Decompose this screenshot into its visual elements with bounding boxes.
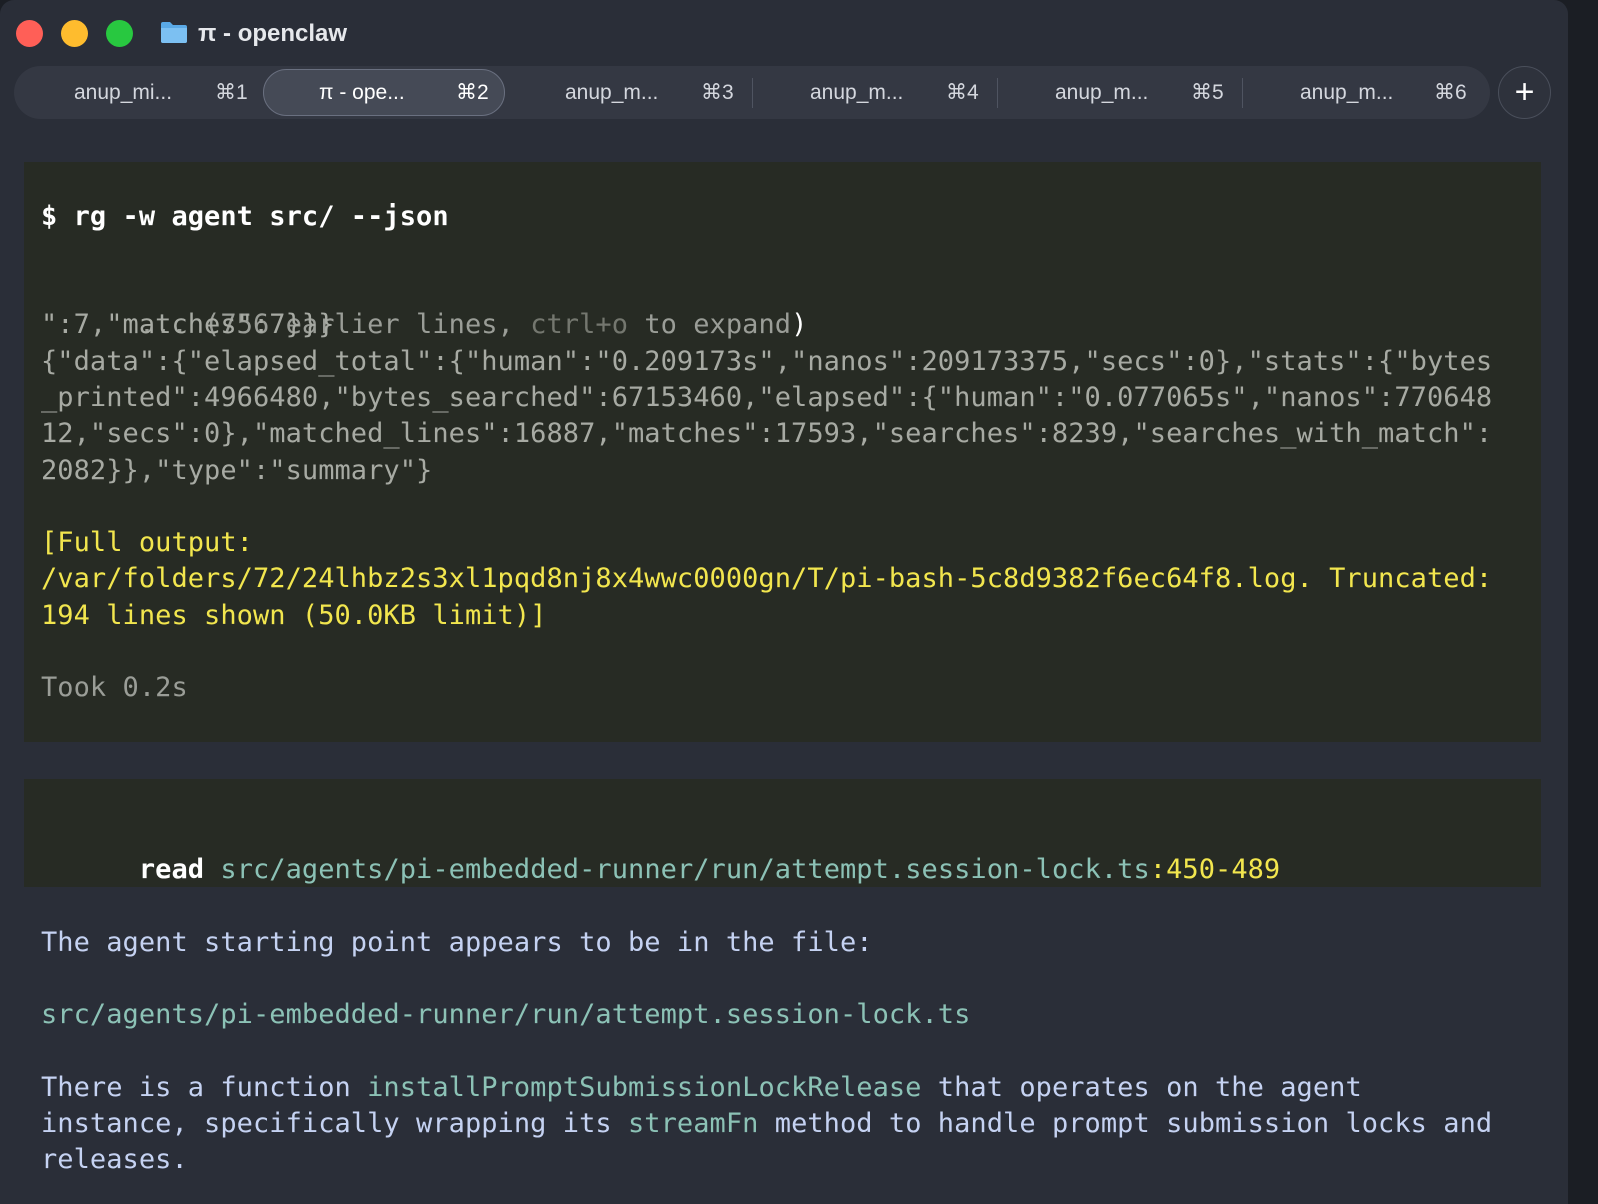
json-output-line: _printed":4966480,"bytes_searched":67153… <box>41 382 1493 413</box>
response-text: method to handle prompt submission locks… <box>758 1108 1493 1139</box>
tab-label: π - ope... <box>319 81 405 104</box>
response-paragraph-line: releases. <box>41 1144 188 1175</box>
bash-output-block <box>24 162 1541 742</box>
elapsed-time: Took 0.2s <box>41 672 188 703</box>
expand-hint: to expand <box>628 309 792 340</box>
earlier-lines-notice: ... (756 earlier lines, ctrl+o to expand… <box>41 271 808 340</box>
tab-4[interactable]: anup_m... ⌘4 <box>810 66 990 119</box>
tab-2[interactable]: π - ope... ⌘2 <box>263 69 505 116</box>
response-intro: The agent starting point appears to be i… <box>41 927 873 958</box>
full-output-line: 194 lines shown (50.0KB limit)] <box>41 600 547 631</box>
json-output-line: {"data":{"elapsed_total":{"human":"0.209… <box>41 346 1493 377</box>
maximize-window-button[interactable] <box>106 20 133 47</box>
tab-shortcut: ⌘5 <box>1191 81 1224 104</box>
tab-label: anup_m... <box>565 81 659 104</box>
read-tool-line: read src/agents/pi-embedded-runner/run/a… <box>41 816 1280 885</box>
close-window-button[interactable] <box>16 20 43 47</box>
tab-5[interactable]: anup_m... ⌘5 <box>1055 66 1235 119</box>
paren-close: ) <box>791 309 808 340</box>
bash-command: $ rg -w agent src/ --json <box>41 201 449 232</box>
full-output-line: [Full output: <box>41 527 253 558</box>
tab-label: anup_m... <box>1300 81 1394 104</box>
tab-separator <box>1242 78 1243 108</box>
tab-label: anup_m... <box>810 81 904 104</box>
function-name: installPromptSubmissionLockRelease <box>367 1072 922 1103</box>
read-verb: read <box>138 854 205 885</box>
window-title: π - openclaw <box>198 20 348 47</box>
tab-3[interactable]: anup_m... ⌘3 <box>565 66 745 119</box>
response-text: There is a function <box>41 1072 368 1103</box>
tab-separator <box>752 78 753 108</box>
full-output-line: /var/folders/72/24lhbz2s3xl1pqd8nj8x4wwc… <box>41 563 1493 594</box>
response-text: instance, specifically wrapping its <box>41 1108 628 1139</box>
expand-shortcut[interactable]: ctrl+o <box>530 309 628 340</box>
new-tab-button[interactable]: + <box>1498 66 1551 119</box>
response-text: that operates on the agent <box>921 1072 1362 1103</box>
tab-separator <box>997 78 998 108</box>
read-line-range: :450-489 <box>1149 854 1281 885</box>
tab-label: anup_m... <box>1055 81 1149 104</box>
minimize-window-button[interactable] <box>61 20 88 47</box>
tab-shortcut: ⌘2 <box>456 81 489 104</box>
tab-shortcut: ⌘1 <box>215 81 248 104</box>
tab-6[interactable]: anup_m... ⌘6 <box>1300 66 1480 119</box>
json-output-line: 2082}},"type":"summary"} <box>41 455 433 486</box>
json-output-line: 12,"secs":0},"matched_lines":16887,"matc… <box>41 418 1493 449</box>
read-file-path[interactable]: src/agents/pi-embedded-runner/run/attemp… <box>220 854 1149 885</box>
tab-bar: anup_mi... ⌘1 π - ope... ⌘2 anup_m... ⌘3… <box>14 66 1490 119</box>
tab-shortcut: ⌘4 <box>946 81 979 104</box>
folder-icon <box>161 22 187 43</box>
response-paragraph-line: There is a function installPromptSubmiss… <box>41 1070 1362 1106</box>
tab-shortcut: ⌘3 <box>701 81 734 104</box>
response-paragraph-line: instance, specifically wrapping its stre… <box>41 1106 1492 1142</box>
tab-label: anup_mi... <box>74 81 173 104</box>
desktop-background <box>1568 0 1598 1204</box>
method-name: streamFn <box>628 1108 759 1139</box>
tab-1[interactable]: anup_mi... ⌘1 <box>74 66 254 119</box>
response-file-path: src/agents/pi-embedded-runner/run/attemp… <box>41 999 971 1030</box>
tab-shortcut: ⌘6 <box>1434 81 1467 104</box>
terminal-window: π - openclaw anup_mi... ⌘1 π - ope... ⌘2… <box>0 0 1568 1204</box>
title-bar: π - openclaw <box>0 0 1568 66</box>
json-output-line: ":7,"matches":7}}} <box>41 309 335 340</box>
